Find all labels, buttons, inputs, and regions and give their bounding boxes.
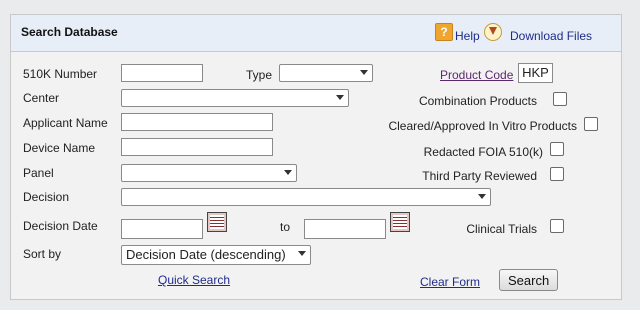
panel-select[interactable] (121, 164, 297, 182)
chevron-down-icon (360, 70, 368, 75)
search-button[interactable]: Search (499, 269, 559, 291)
device-name-input[interactable] (121, 138, 273, 156)
center-label: Center (23, 91, 60, 105)
search-title: Search Database (21, 25, 118, 39)
third-party-checkbox[interactable] (550, 167, 564, 181)
clinical-trials-checkbox[interactable] (550, 219, 564, 233)
redacted-foia-checkbox[interactable] (550, 142, 564, 156)
search-header: Search Database ? Help Download Files (11, 15, 621, 52)
combination-products-checkbox[interactable] (553, 92, 567, 106)
calendar-icon[interactable] (390, 212, 410, 232)
clinical-trials-label: Clinical Trials (466, 222, 537, 236)
applicant-name-label: Applicant Name (23, 116, 108, 130)
cleared-approved-checkbox[interactable] (584, 117, 598, 131)
510k-number-label: 510K Number (23, 67, 98, 81)
calendar-icon[interactable] (207, 212, 227, 232)
cleared-approved-label: Cleared/Approved In Vitro Products (388, 119, 577, 133)
download-icon[interactable] (484, 23, 502, 41)
type-label: Type (246, 68, 273, 82)
third-party-label: Third Party Reviewed (422, 169, 537, 183)
decision-date-to-input[interactable] (304, 219, 386, 239)
decision-label: Decision (23, 190, 70, 204)
to-label: to (280, 220, 291, 234)
download-files-link[interactable]: Download Files (510, 29, 592, 43)
sort-by-label: Sort by (23, 247, 62, 261)
combination-products-label: Combination Products (418, 94, 537, 108)
chevron-down-icon (478, 194, 486, 199)
panel-label: Panel (23, 166, 54, 180)
decision-select[interactable] (121, 188, 491, 206)
product-code-link[interactable]: Product Code (440, 68, 513, 82)
sort-by-select[interactable]: Decision Date (descending) (121, 245, 311, 265)
type-select[interactable] (279, 64, 373, 82)
sort-by-value: Decision Date (descending) (126, 247, 286, 262)
product-code-input[interactable]: HKP (518, 63, 553, 83)
device-name-label: Device Name (23, 141, 96, 155)
search-panel: Search Database ? Help Download Files 51… (10, 14, 622, 300)
decision-date-label: Decision Date (23, 219, 98, 233)
chevron-down-icon (284, 170, 292, 175)
redacted-foia-label: Redacted FOIA 510(k) (423, 145, 543, 159)
clear-form-link[interactable]: Clear Form (420, 275, 480, 289)
chevron-down-icon (298, 251, 306, 256)
quick-search-link[interactable]: Quick Search (158, 273, 230, 287)
510k-number-input[interactable] (121, 64, 203, 82)
center-select[interactable] (121, 89, 349, 107)
chevron-down-icon (336, 95, 344, 100)
decision-date-from-input[interactable] (121, 219, 203, 239)
help-icon[interactable]: ? (435, 23, 453, 41)
help-link[interactable]: Help (455, 29, 480, 43)
applicant-name-input[interactable] (121, 113, 273, 131)
